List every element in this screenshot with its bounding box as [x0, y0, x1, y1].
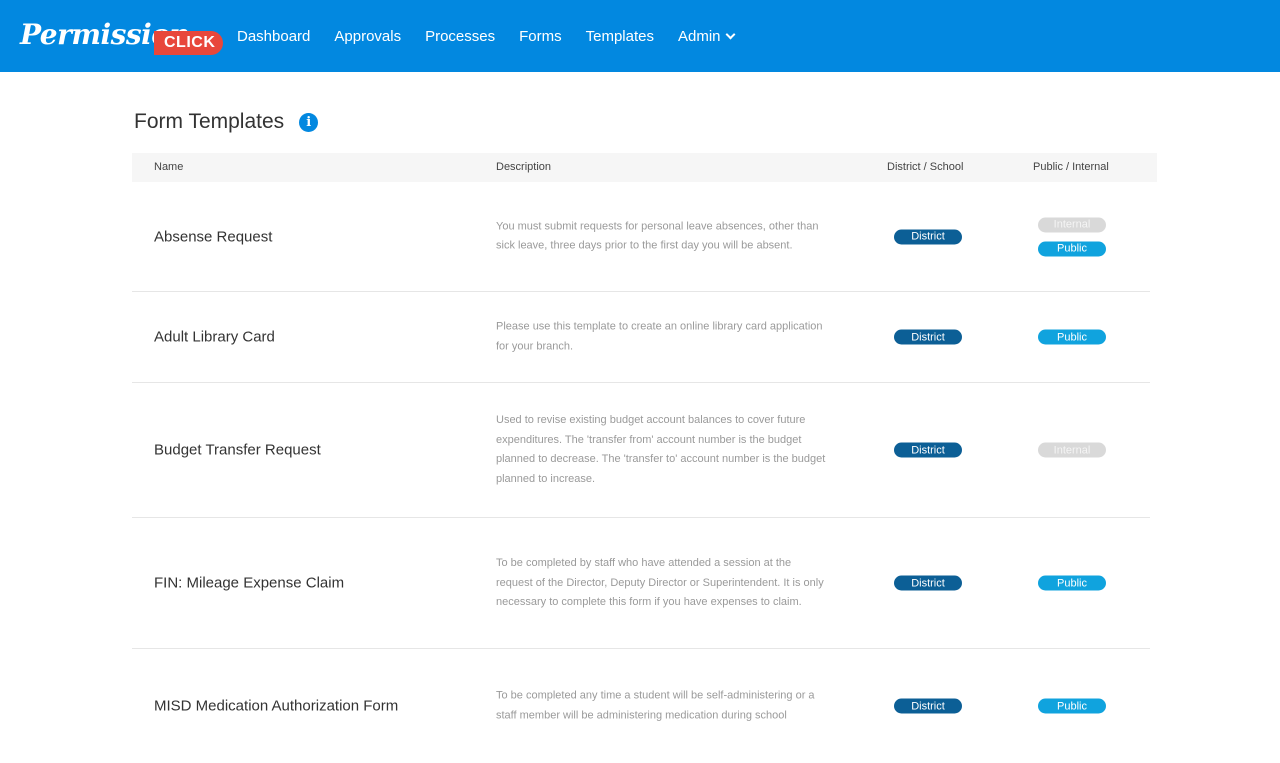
logo-click-badge: CLICK: [154, 31, 224, 55]
info-icon[interactable]: i: [299, 112, 319, 132]
visibility-badge-public: Public: [1038, 575, 1106, 591]
permission-click-logo[interactable]: Permission CLICK: [20, 12, 224, 60]
column-header-description[interactable]: Description: [496, 161, 551, 173]
visibility-badge-internal: Internal: [1038, 217, 1106, 232]
scope-badge: District: [894, 442, 962, 458]
nav-admin-label: Admin: [678, 27, 721, 45]
visibility-badge-public: Public: [1038, 241, 1106, 256]
nav-templates[interactable]: Templates: [586, 28, 654, 45]
table-row[interactable]: Budget Transfer Request Used to revise e…: [132, 383, 1150, 518]
table-row[interactable]: Adult Library Card Please use this templ…: [132, 292, 1150, 383]
scope-badge: District: [894, 575, 962, 591]
visibility-badge-internal: Internal: [1038, 442, 1106, 458]
visibility-badge-public: Public: [1038, 698, 1106, 714]
templates-table-body: Absense Request You must submit requests…: [132, 182, 1150, 763]
template-name[interactable]: Absense Request: [154, 228, 272, 245]
table-row[interactable]: FIN: Mileage Expense Claim To be complet…: [132, 518, 1150, 649]
scope-badge: District: [894, 229, 962, 244]
nav-processes[interactable]: Processes: [425, 28, 495, 45]
template-description: You must submit requests for personal le…: [496, 220, 819, 252]
column-header-name[interactable]: Name: [154, 161, 183, 173]
column-header-scope[interactable]: District / School: [887, 161, 963, 173]
template-name[interactable]: Budget Transfer Request: [154, 442, 321, 459]
column-header-visibility[interactable]: Public / Internal: [1033, 161, 1109, 173]
table-header: Name Description District / School Publi…: [132, 153, 1157, 182]
page-header: Form Templates i: [134, 110, 319, 134]
template-name[interactable]: FIN: Mileage Expense Claim: [154, 575, 344, 592]
table-row[interactable]: MISD Medication Authorization Form To be…: [132, 649, 1150, 763]
chevron-down-icon: [725, 29, 735, 39]
nav-approvals[interactable]: Approvals: [334, 28, 401, 45]
template-name[interactable]: MISD Medication Authorization Form: [154, 698, 398, 715]
template-description: Used to revise existing budget account b…: [496, 414, 826, 485]
template-description: Please use this template to create an on…: [496, 320, 823, 353]
template-description: To be completed by staff who have attend…: [496, 556, 824, 608]
visibility-badge-public: Public: [1038, 329, 1106, 345]
top-navigation-bar: Permission CLICK Dashboard Approvals Pro…: [0, 0, 1280, 72]
page-title: Form Templates: [134, 110, 285, 133]
main-nav: Dashboard Approvals Processes Forms Temp…: [225, 0, 746, 72]
table-row[interactable]: Absense Request You must submit requests…: [132, 182, 1150, 292]
nav-admin-dropdown[interactable]: Admin: [678, 27, 735, 45]
scope-badge: District: [894, 329, 962, 345]
template-name[interactable]: Adult Library Card: [154, 329, 275, 346]
nav-forms[interactable]: Forms: [519, 28, 562, 45]
nav-dashboard[interactable]: Dashboard: [237, 28, 310, 45]
scope-badge: District: [894, 698, 962, 714]
